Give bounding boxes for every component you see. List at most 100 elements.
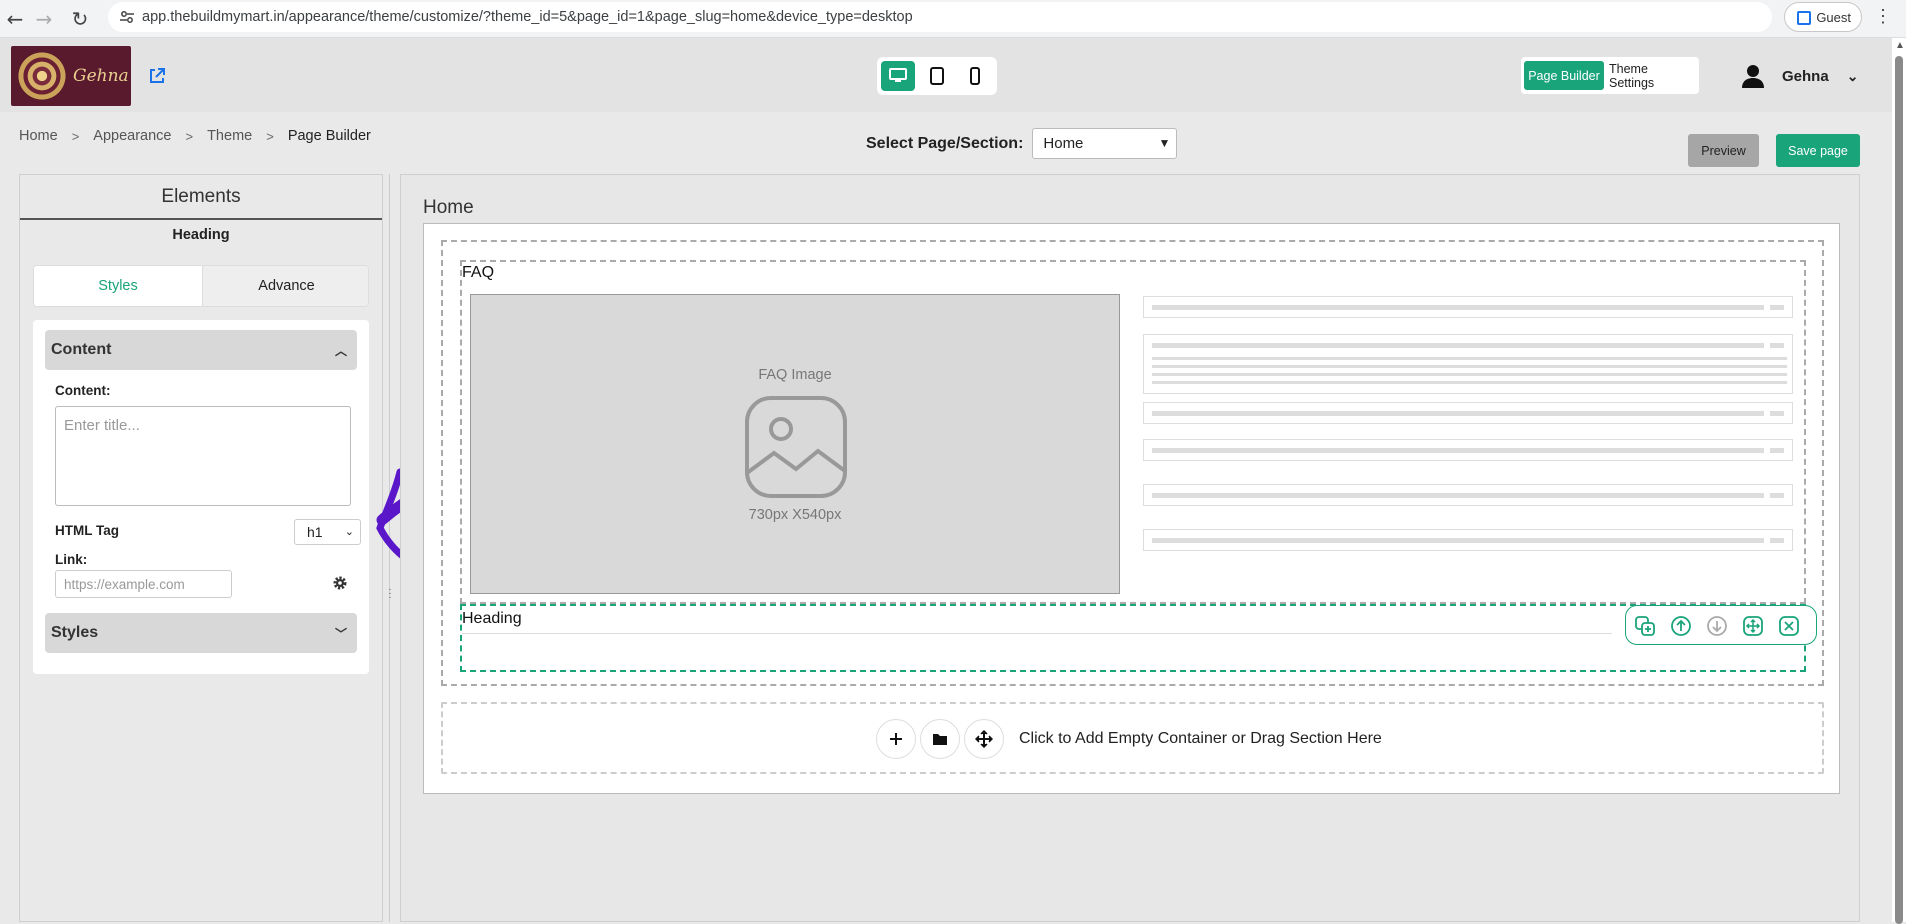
breadcrumb-theme[interactable]: Theme <box>207 128 252 144</box>
address-bar[interactable]: app.thebuildmymart.in/appearance/theme/c… <box>108 2 1772 32</box>
desktop-view-button[interactable] <box>881 61 915 91</box>
breadcrumb-page-builder: Page Builder <box>287 128 371 144</box>
page-select[interactable]: Home ▼ <box>1032 128 1178 159</box>
chevron-right-icon: > <box>266 128 274 144</box>
move-up-icon[interactable] <box>1670 615 1692 637</box>
panel-tabs: Styles Advance <box>33 265 369 307</box>
elements-panel: Elements Heading Styles Advance Content … <box>19 174 383 922</box>
link-input[interactable]: https://example.com <box>55 570 232 598</box>
save-page-button[interactable]: Save page <box>1776 134 1860 167</box>
html-tag-value: h1 <box>307 524 323 540</box>
faq-question-bar <box>1152 305 1764 310</box>
faq-item[interactable] <box>1143 296 1793 318</box>
scrollbar-thumb[interactable] <box>1895 56 1903 924</box>
chevron-up-icon: ︿ <box>334 344 347 358</box>
tab-advance[interactable]: Advance <box>202 266 368 306</box>
breadcrumb-appearance[interactable]: Appearance <box>93 128 171 144</box>
brand-logo[interactable]: Gehna <box>11 46 131 106</box>
html-tag-select[interactable]: h1 ⌄ <box>294 519 361 545</box>
mobile-icon <box>970 67 980 85</box>
chevron-right-icon: > <box>185 128 194 144</box>
theme-settings-tab[interactable]: Theme Settings <box>1609 61 1695 90</box>
drag-section-button[interactable] <box>964 719 1004 759</box>
heading-block-selected[interactable]: Heading <box>460 604 1817 672</box>
faq-image-size: 730px X540px <box>748 507 842 523</box>
faq-item[interactable] <box>1143 439 1793 461</box>
open-sections-button[interactable] <box>920 719 960 759</box>
content-placeholder: Enter title... <box>64 417 140 434</box>
duplicate-icon[interactable] <box>1634 615 1656 637</box>
faq-answer-line <box>1152 357 1787 360</box>
chevron-down-icon: ⌄ <box>344 526 354 538</box>
profile-icon <box>1797 11 1811 25</box>
faq-answer-line <box>1152 365 1787 368</box>
reload-icon[interactable]: ↻ <box>65 4 95 34</box>
url-text: app.thebuildmymart.in/appearance/theme/c… <box>142 9 913 25</box>
browser-menu-icon[interactable]: ⋮ <box>1874 6 1892 27</box>
page-select-label: Select Page/Section: <box>866 134 1024 152</box>
content-accordion-header[interactable]: Content ︿ <box>45 330 357 370</box>
move-down-icon[interactable] <box>1706 615 1728 637</box>
faq-toggle-icon <box>1770 448 1784 453</box>
faq-label: FAQ <box>462 264 495 281</box>
faq-item-expanded[interactable] <box>1143 334 1793 394</box>
move-icon <box>975 730 993 748</box>
faq-item[interactable] <box>1143 402 1793 424</box>
forward-icon[interactable]: → <box>29 4 59 34</box>
faq-item[interactable] <box>1143 484 1793 506</box>
content-textarea[interactable]: Enter title... <box>55 406 351 506</box>
faq-answer-line <box>1152 373 1787 376</box>
external-link-icon[interactable] <box>147 66 167 86</box>
section-container[interactable]: FAQ FAQ Image 730px X540px Heading <box>441 240 1824 686</box>
mobile-view-button[interactable] <box>958 61 992 91</box>
content-accordion-title: Content <box>51 341 112 358</box>
site-settings-icon[interactable] <box>120 10 134 24</box>
faq-block[interactable]: FAQ FAQ Image 730px X540px <box>460 260 1806 604</box>
profile-label: Guest <box>1816 9 1851 25</box>
gear-icon[interactable] <box>332 575 348 591</box>
scroll-up-icon[interactable]: ▲ <box>1895 40 1905 51</box>
faq-image-title: FAQ Image <box>758 367 832 383</box>
page-section-selector: Select Page/Section: Home ▼ <box>866 128 1178 159</box>
selected-element-name: Heading <box>172 227 230 243</box>
panel-title: Elements <box>20 175 382 220</box>
settings-card: Content ︿ Content: Enter title... HTML T… <box>33 320 369 674</box>
page-scrollbar[interactable]: ▲ <box>1892 38 1906 924</box>
profile-button[interactable]: Guest <box>1784 2 1862 32</box>
faq-toggle-icon <box>1770 493 1784 498</box>
user-icon <box>1742 65 1764 88</box>
builder-mode-tabs: Page Builder Theme Settings <box>1521 57 1699 94</box>
drag-move-icon[interactable] <box>1742 615 1764 637</box>
close-icon[interactable] <box>1778 615 1800 637</box>
styles-accordion-header[interactable]: Styles ﹀ <box>45 613 357 653</box>
device-switcher <box>877 57 997 95</box>
content-label: Content: <box>55 383 111 398</box>
image-icon <box>745 396 847 498</box>
faq-question-bar <box>1152 493 1764 498</box>
tab-styles[interactable]: Styles <box>34 266 202 306</box>
resize-handle[interactable]: · · · <box>386 585 394 603</box>
faq-image-placeholder[interactable]: FAQ Image 730px X540px <box>470 294 1120 594</box>
faq-item[interactable] <box>1143 529 1793 551</box>
preview-button[interactable]: Preview <box>1688 134 1759 167</box>
faq-toggle-icon <box>1770 305 1784 310</box>
page-builder-tab[interactable]: Page Builder <box>1524 61 1604 90</box>
canvas-title: Home <box>423 197 474 218</box>
user-menu[interactable]: Gehna ⌄ <box>1742 63 1858 89</box>
builder-canvas: Home FAQ FAQ Image 730px X540px Heading … <box>400 174 1860 922</box>
add-container-button[interactable] <box>876 719 916 759</box>
select-arrow-icon: ▼ <box>1158 136 1171 150</box>
chevron-down-icon: ﹀ <box>334 627 347 641</box>
breadcrumb-home[interactable]: Home <box>19 128 58 144</box>
browser-toolbar: ← → ↻ app.thebuildmymart.in/appearance/t… <box>0 0 1906 38</box>
back-icon[interactable]: ← <box>0 4 30 34</box>
chevron-down-icon: ⌄ <box>1846 67 1859 84</box>
mandala-icon <box>17 51 67 101</box>
faq-question-bar <box>1152 448 1764 453</box>
element-toolbar <box>1625 605 1817 645</box>
desktop-icon <box>889 68 907 82</box>
add-container-dropzone[interactable]: Click to Add Empty Container or Drag Sec… <box>441 702 1824 774</box>
plus-icon <box>890 733 902 745</box>
link-placeholder: https://example.com <box>64 576 185 592</box>
tablet-view-button[interactable] <box>920 61 954 91</box>
